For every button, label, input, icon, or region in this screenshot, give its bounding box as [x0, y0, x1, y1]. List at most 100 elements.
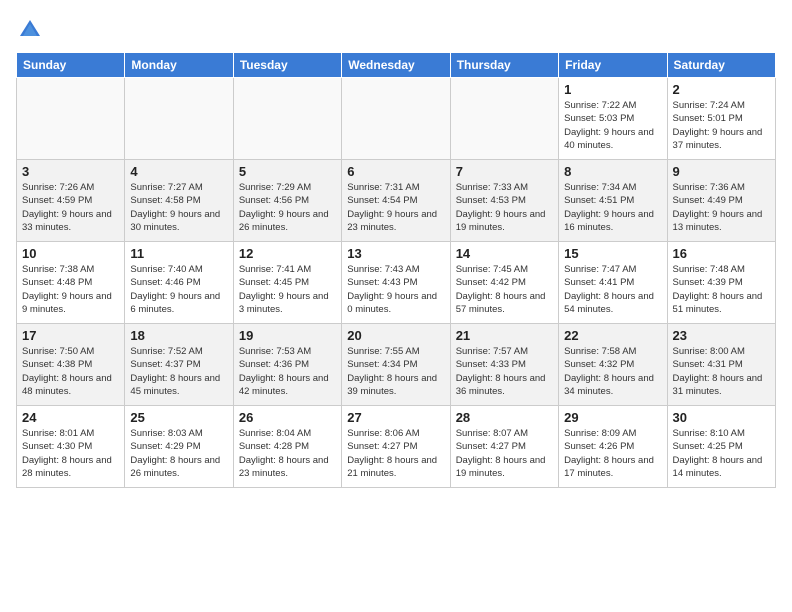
- day-info: Sunrise: 8:03 AM Sunset: 4:29 PM Dayligh…: [130, 427, 227, 480]
- weekday-header-saturday: Saturday: [667, 53, 775, 78]
- day-number: 28: [456, 410, 553, 425]
- day-info: Sunrise: 7:43 AM Sunset: 4:43 PM Dayligh…: [347, 263, 444, 316]
- day-number: 13: [347, 246, 444, 261]
- day-info: Sunrise: 7:41 AM Sunset: 4:45 PM Dayligh…: [239, 263, 336, 316]
- day-info: Sunrise: 7:38 AM Sunset: 4:48 PM Dayligh…: [22, 263, 119, 316]
- calendar-cell: 25 Sunrise: 8:03 AM Sunset: 4:29 PM Dayli…: [125, 406, 233, 488]
- day-info: Sunrise: 7:22 AM Sunset: 5:03 PM Dayligh…: [564, 99, 661, 152]
- calendar-table: SundayMondayTuesdayWednesdayThursdayFrid…: [16, 52, 776, 488]
- day-number: 10: [22, 246, 119, 261]
- calendar-cell: 15 Sunrise: 7:47 AM Sunset: 4:41 PM Dayli…: [559, 242, 667, 324]
- calendar-cell: 23 Sunrise: 8:00 AM Sunset: 4:31 PM Dayli…: [667, 324, 775, 406]
- day-info: Sunrise: 8:04 AM Sunset: 4:28 PM Dayligh…: [239, 427, 336, 480]
- calendar-cell: 3 Sunrise: 7:26 AM Sunset: 4:59 PM Daylig…: [17, 160, 125, 242]
- calendar-cell: 21 Sunrise: 7:57 AM Sunset: 4:33 PM Dayli…: [450, 324, 558, 406]
- day-number: 25: [130, 410, 227, 425]
- weekday-header-friday: Friday: [559, 53, 667, 78]
- day-number: 3: [22, 164, 119, 179]
- day-info: Sunrise: 7:40 AM Sunset: 4:46 PM Dayligh…: [130, 263, 227, 316]
- calendar-cell: 16Sunrise: 7:48 AM Sunset: 4:39 PM Dayli…: [667, 242, 775, 324]
- weekday-header-monday: Monday: [125, 53, 233, 78]
- day-number: 26: [239, 410, 336, 425]
- day-number: 6: [347, 164, 444, 179]
- day-info: Sunrise: 7:45 AM Sunset: 4:42 PM Dayligh…: [456, 263, 553, 316]
- day-number: 11: [130, 246, 227, 261]
- calendar-cell: 14 Sunrise: 7:45 AM Sunset: 4:42 PM Dayli…: [450, 242, 558, 324]
- day-number: 30: [673, 410, 770, 425]
- calendar-cell: 20 Sunrise: 7:55 AM Sunset: 4:34 PM Dayli…: [342, 324, 450, 406]
- day-info: Sunrise: 7:33 AM Sunset: 4:53 PM Dayligh…: [456, 181, 553, 234]
- calendar-cell: [450, 78, 558, 160]
- day-info: Sunrise: 7:58 AM Sunset: 4:32 PM Dayligh…: [564, 345, 661, 398]
- day-number: 18: [130, 328, 227, 343]
- calendar-cell: 2Sunrise: 7:24 AM Sunset: 5:01 PM Daylig…: [667, 78, 775, 160]
- calendar-cell: 6 Sunrise: 7:31 AM Sunset: 4:54 PM Daylig…: [342, 160, 450, 242]
- calendar-cell: 24 Sunrise: 8:01 AM Sunset: 4:30 PM Dayli…: [17, 406, 125, 488]
- day-info: Sunrise: 7:24 AM Sunset: 5:01 PM Dayligh…: [673, 99, 770, 152]
- calendar-cell: [342, 78, 450, 160]
- day-number: 5: [239, 164, 336, 179]
- day-number: 12: [239, 246, 336, 261]
- calendar-cell: 1 Sunrise: 7:22 AM Sunset: 5:03 PM Daylig…: [559, 78, 667, 160]
- calendar-cell: [233, 78, 341, 160]
- weekday-header-thursday: Thursday: [450, 53, 558, 78]
- calendar-cell: 11 Sunrise: 7:40 AM Sunset: 4:46 PM Dayli…: [125, 242, 233, 324]
- day-number: 7: [456, 164, 553, 179]
- calendar-cell: 9 Sunrise: 7:36 AM Sunset: 4:49 PM Daylig…: [667, 160, 775, 242]
- day-info: Sunrise: 7:48 AM Sunset: 4:39 PM Dayligh…: [673, 263, 770, 316]
- day-number: 8: [564, 164, 661, 179]
- calendar-cell: 26 Sunrise: 8:04 AM Sunset: 4:28 PM Dayli…: [233, 406, 341, 488]
- day-info: Sunrise: 8:09 AM Sunset: 4:26 PM Dayligh…: [564, 427, 661, 480]
- calendar-cell: [125, 78, 233, 160]
- day-info: Sunrise: 7:53 AM Sunset: 4:36 PM Dayligh…: [239, 345, 336, 398]
- day-number: 14: [456, 246, 553, 261]
- calendar-cell: [17, 78, 125, 160]
- day-number: 15: [564, 246, 661, 261]
- day-info: Sunrise: 8:01 AM Sunset: 4:30 PM Dayligh…: [22, 427, 119, 480]
- logo: [16, 16, 48, 44]
- day-number: 27: [347, 410, 444, 425]
- calendar-cell: 17 Sunrise: 7:50 AM Sunset: 4:38 PM Dayli…: [17, 324, 125, 406]
- calendar-cell: 8 Sunrise: 7:34 AM Sunset: 4:51 PM Daylig…: [559, 160, 667, 242]
- day-number: 4: [130, 164, 227, 179]
- calendar-cell: 28 Sunrise: 8:07 AM Sunset: 4:27 PM Dayli…: [450, 406, 558, 488]
- day-info: Sunrise: 7:31 AM Sunset: 4:54 PM Dayligh…: [347, 181, 444, 234]
- calendar-cell: 18Sunrise: 7:52 AM Sunset: 4:37 PM Dayli…: [125, 324, 233, 406]
- day-number: 22: [564, 328, 661, 343]
- calendar-cell: 27 Sunrise: 8:06 AM Sunset: 4:27 PM Dayli…: [342, 406, 450, 488]
- day-number: 21: [456, 328, 553, 343]
- calendar-cell: 13 Sunrise: 7:43 AM Sunset: 4:43 PM Dayli…: [342, 242, 450, 324]
- calendar-cell: 4 Sunrise: 7:27 AM Sunset: 4:58 PM Daylig…: [125, 160, 233, 242]
- calendar-cell: 22 Sunrise: 7:58 AM Sunset: 4:32 PM Dayli…: [559, 324, 667, 406]
- day-info: Sunrise: 7:27 AM Sunset: 4:58 PM Dayligh…: [130, 181, 227, 234]
- day-info: Sunrise: 7:36 AM Sunset: 4:49 PM Dayligh…: [673, 181, 770, 234]
- weekday-header-wednesday: Wednesday: [342, 53, 450, 78]
- calendar-cell: 10 Sunrise: 7:38 AM Sunset: 4:48 PM Dayli…: [17, 242, 125, 324]
- day-info: Sunrise: 7:55 AM Sunset: 4:34 PM Dayligh…: [347, 345, 444, 398]
- day-info: Sunrise: 7:47 AM Sunset: 4:41 PM Dayligh…: [564, 263, 661, 316]
- day-number: 23: [673, 328, 770, 343]
- day-number: 19: [239, 328, 336, 343]
- day-number: 9: [673, 164, 770, 179]
- day-info: Sunrise: 8:10 AM Sunset: 4:25 PM Dayligh…: [673, 427, 770, 480]
- calendar-cell: 19 Sunrise: 7:53 AM Sunset: 4:36 PM Dayli…: [233, 324, 341, 406]
- calendar-cell: 12 Sunrise: 7:41 AM Sunset: 4:45 PM Dayli…: [233, 242, 341, 324]
- day-info: Sunrise: 8:00 AM Sunset: 4:31 PM Dayligh…: [673, 345, 770, 398]
- calendar-cell: 7 Sunrise: 7:33 AM Sunset: 4:53 PM Daylig…: [450, 160, 558, 242]
- day-info: Sunrise: 7:34 AM Sunset: 4:51 PM Dayligh…: [564, 181, 661, 234]
- weekday-header-tuesday: Tuesday: [233, 53, 341, 78]
- day-number: 17: [22, 328, 119, 343]
- day-info: Sunrise: 7:50 AM Sunset: 4:38 PM Dayligh…: [22, 345, 119, 398]
- day-info: Sunrise: 7:57 AM Sunset: 4:33 PM Dayligh…: [456, 345, 553, 398]
- day-info: Sunrise: 8:07 AM Sunset: 4:27 PM Dayligh…: [456, 427, 553, 480]
- day-number: 1: [564, 82, 661, 97]
- day-number: 24: [22, 410, 119, 425]
- logo-icon: [16, 16, 44, 44]
- day-info: Sunrise: 7:29 AM Sunset: 4:56 PM Dayligh…: [239, 181, 336, 234]
- day-number: 29: [564, 410, 661, 425]
- calendar-cell: 29 Sunrise: 8:09 AM Sunset: 4:26 PM Dayli…: [559, 406, 667, 488]
- day-number: 20: [347, 328, 444, 343]
- calendar-cell: 5 Sunrise: 7:29 AM Sunset: 4:56 PM Daylig…: [233, 160, 341, 242]
- day-info: Sunrise: 8:06 AM Sunset: 4:27 PM Dayligh…: [347, 427, 444, 480]
- day-info: Sunrise: 7:26 AM Sunset: 4:59 PM Dayligh…: [22, 181, 119, 234]
